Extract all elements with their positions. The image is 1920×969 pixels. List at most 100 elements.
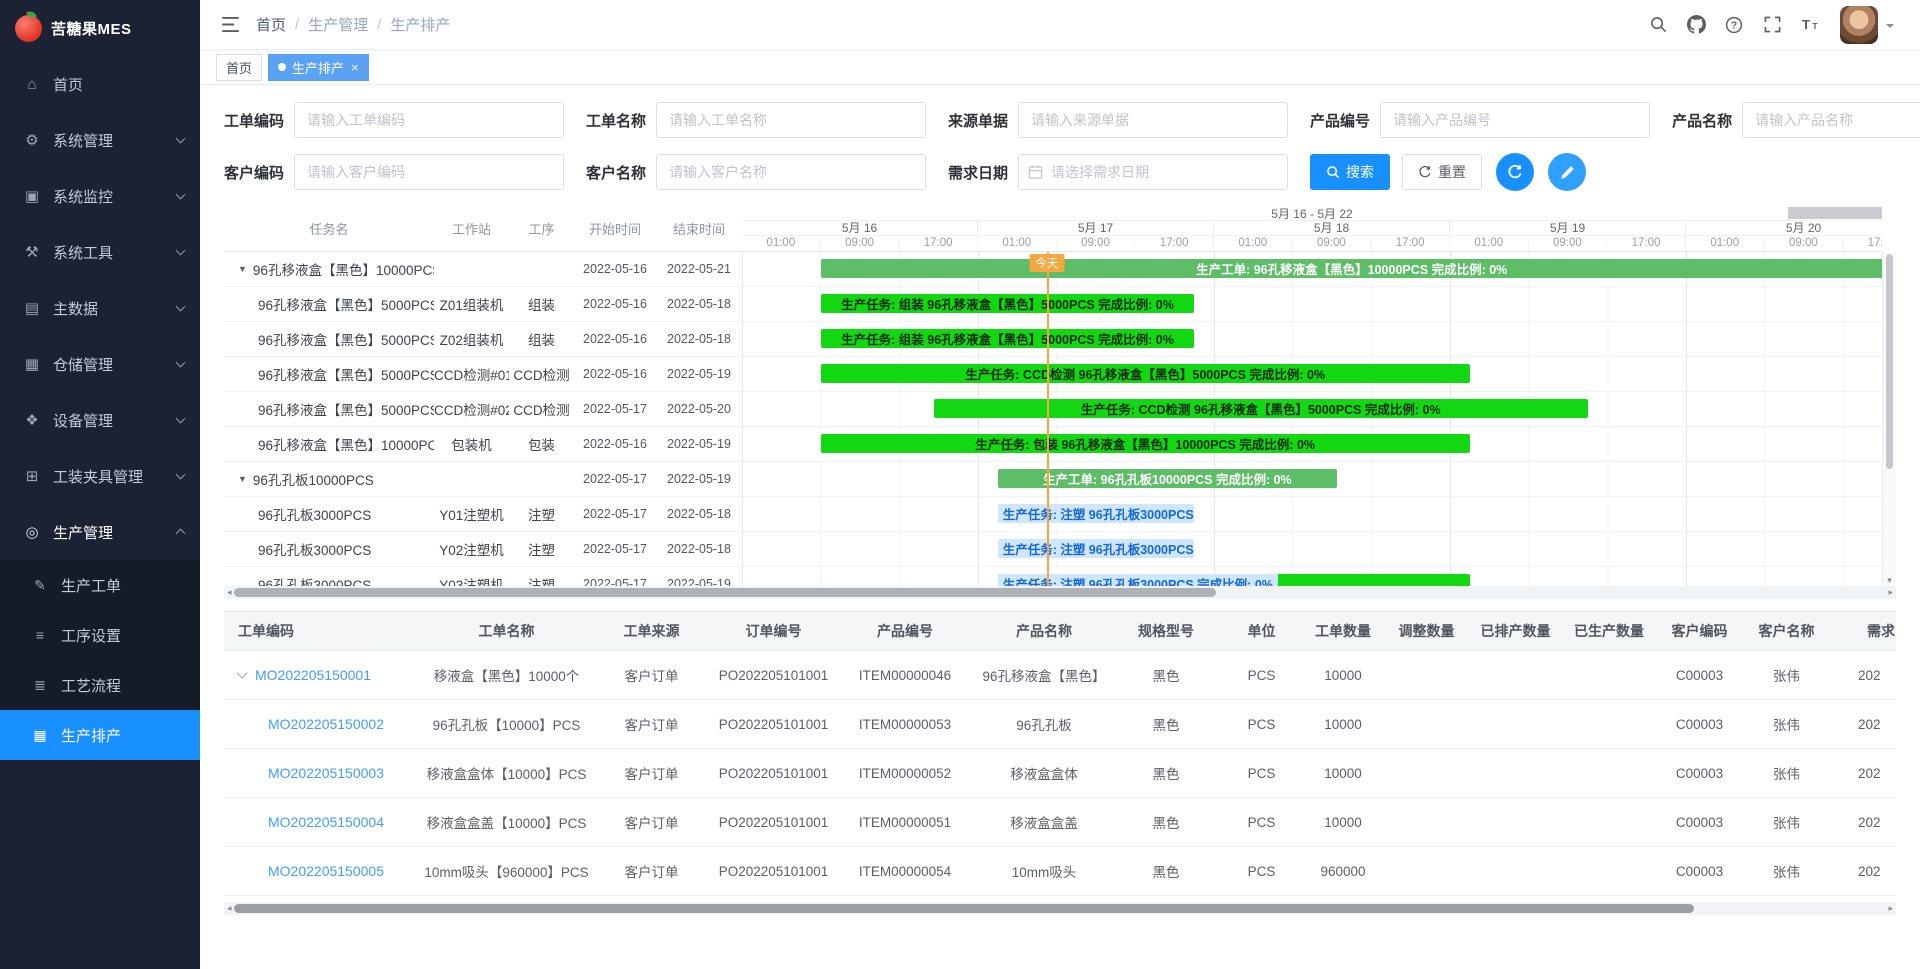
work-order-link[interactable]: MO202205150002 bbox=[268, 716, 384, 732]
gantt-task-row[interactable]: 96孔移液盒【黑色】5000PCSZ02组装机组装2022-05-162022-… bbox=[224, 322, 742, 357]
gantt-bar-label: 生产任务: 组装 96孔移液盒【黑色】5000PCS 完成比例: 0% bbox=[836, 329, 1179, 348]
gantt-end-time: 2022-05-19 bbox=[656, 437, 742, 451]
order-row[interactable]: MO20220515000296孔孔板【10000】PCS客户订单PO20220… bbox=[224, 700, 1896, 749]
scroll-left-icon[interactable]: ◂ bbox=[227, 902, 232, 915]
refresh-button[interactable] bbox=[1496, 153, 1534, 191]
order-cell-source: 客户订单 bbox=[589, 812, 714, 832]
gantt-bar[interactable]: 生产任务: CCD检测 96孔移液盒【黑色】5000PCS 完成比例: 0% bbox=[934, 399, 1588, 418]
avatar-dropdown-caret[interactable] bbox=[1886, 24, 1894, 32]
search-button[interactable]: 搜索 bbox=[1310, 154, 1390, 190]
scroll-right-icon[interactable]: ▸ bbox=[1888, 586, 1893, 599]
main-area: 首页 / 生产管理 / 生产排产 ? TT bbox=[200, 0, 1920, 969]
sidebar-item[interactable]: ⊞工装夹具管理 bbox=[0, 448, 200, 504]
sidebar-subitem-label: 工艺流程 bbox=[61, 675, 121, 696]
gantt-task-row[interactable]: ▼96孔孔板10000PCS2022-05-172022-05-19 bbox=[224, 462, 742, 497]
gantt-task-row[interactable]: 96孔孔板3000PCSY01注塑机注塑2022-05-172022-05-18 bbox=[224, 497, 742, 532]
table-horizontal-scrollbar[interactable]: ◂ ▸ bbox=[224, 902, 1896, 915]
filter-input[interactable] bbox=[294, 154, 564, 190]
order-cell-qty: 10000 bbox=[1302, 717, 1384, 732]
scrollbar-thumb[interactable] bbox=[234, 904, 1694, 913]
tab-close-icon[interactable]: × bbox=[351, 61, 359, 74]
production-icon: ◎ bbox=[20, 523, 44, 541]
sidebar-item[interactable]: ▣系统监控 bbox=[0, 168, 200, 224]
github-icon[interactable] bbox=[1678, 7, 1714, 43]
sidebar-collapse-icon[interactable] bbox=[212, 7, 248, 43]
sidebar-item[interactable]: ▦仓储管理 bbox=[0, 336, 200, 392]
gantt-bar[interactable]: 生产任务: CCD检测 96孔移液盒【黑色】5000PCS 完成比例: 0% bbox=[821, 364, 1470, 383]
expand-arrow-icon[interactable]: ▼ bbox=[238, 264, 247, 274]
work-order-link[interactable]: MO202205150001 bbox=[255, 667, 371, 683]
gantt-task-row[interactable]: 96孔移液盒【黑色】5000PCSCCD检测#02CCD检测2022-05-17… bbox=[224, 392, 742, 427]
sidebar-item[interactable]: ⚒系统工具 bbox=[0, 224, 200, 280]
scrollbar-thumb[interactable] bbox=[234, 588, 1216, 597]
gantt-task-row[interactable]: 96孔移液盒【黑色】10000PCS包装机包装2022-05-162022-05… bbox=[224, 427, 742, 462]
order-row[interactable]: MO202205150004移液盒盒盖【10000】PCS客户订单PO20220… bbox=[224, 798, 1896, 847]
filter-input[interactable] bbox=[656, 102, 926, 138]
filter-input[interactable] bbox=[1380, 102, 1650, 138]
sidebar-subitem[interactable]: ≡工序设置 bbox=[0, 610, 200, 660]
order-row[interactable]: MO20220515000510mm吸头【960000】PCS客户订单PO202… bbox=[224, 847, 1896, 896]
help-icon[interactable]: ? bbox=[1716, 7, 1752, 43]
gantt-bar[interactable]: 生产任务: 注塑 96孔孔板3000PCS 完成比例: 0% bbox=[998, 539, 1195, 558]
filter-input[interactable] bbox=[1742, 102, 1920, 138]
gantt-header-filler bbox=[1788, 207, 1882, 219]
scroll-down-icon[interactable]: ▾ bbox=[1883, 574, 1896, 586]
order-row[interactable]: MO202205150003移液盒盒体【10000】PCS客户订单PO20220… bbox=[224, 749, 1896, 798]
sidebar-item[interactable]: ⌂首页 bbox=[0, 56, 200, 112]
order-cell-item_no: ITEM00000046 bbox=[833, 668, 977, 683]
tab-home[interactable]: 首页 bbox=[216, 54, 262, 81]
sidebar-item[interactable]: ◎生产管理 bbox=[0, 504, 200, 560]
gantt-horizontal-scrollbar[interactable]: ◂ ▸ bbox=[224, 586, 1896, 599]
filter-input[interactable] bbox=[656, 154, 926, 190]
breadcrumb-home[interactable]: 首页 bbox=[256, 14, 286, 35]
gantt-vertical-scrollbar[interactable]: ▾ bbox=[1882, 252, 1896, 586]
gantt-task-row[interactable]: 96孔孔板3000PCSY03注塑机注塑2022-05-172022-05-19 bbox=[224, 567, 742, 586]
expand-arrow-icon[interactable]: ▼ bbox=[238, 474, 247, 484]
work-order-link[interactable]: MO202205150003 bbox=[268, 765, 384, 781]
gantt-time-label: 17:00 bbox=[1371, 236, 1450, 251]
gantt-process: 注塑 bbox=[509, 574, 574, 586]
fullscreen-icon[interactable] bbox=[1754, 7, 1790, 43]
gantt-task-label: 96孔孔板3000PCS bbox=[258, 574, 371, 586]
gantt-timeline-row: 生产任务: 组装 96孔移液盒【黑色】5000PCS 完成比例: 0% bbox=[742, 287, 1882, 322]
filter-input[interactable] bbox=[294, 102, 564, 138]
gantt-task-row[interactable]: 96孔孔板3000PCSY02注塑机注塑2022-05-172022-05-18 bbox=[224, 532, 742, 567]
filter-field-label: 工单编码 bbox=[224, 110, 284, 131]
scroll-right-icon[interactable]: ▸ bbox=[1888, 902, 1893, 915]
search-icon[interactable] bbox=[1640, 7, 1676, 43]
edit-button[interactable] bbox=[1548, 153, 1586, 191]
scrollbar-thumb[interactable] bbox=[1886, 254, 1893, 469]
gantt-task-label: 96孔移液盒【黑色】10000PCS bbox=[258, 434, 434, 454]
order-row[interactable]: MO202205150001移液盒【黑色】10000个客户订单PO2022051… bbox=[224, 651, 1896, 700]
sidebar-subitem[interactable]: ≣工艺流程 bbox=[0, 660, 200, 710]
expand-chevron-icon[interactable] bbox=[236, 667, 247, 678]
breadcrumb-production-management[interactable]: 生产管理 bbox=[308, 14, 368, 35]
chevron-down-icon bbox=[176, 414, 186, 424]
reset-button[interactable]: 重置 bbox=[1402, 154, 1482, 190]
gantt-start-time: 2022-05-17 bbox=[574, 472, 656, 486]
gantt-bar[interactable]: 生产任务: 包装 96孔移液盒【黑色】10000PCS 完成比例: 0% bbox=[821, 434, 1470, 453]
gantt-bar[interactable]: 生产任务: 注塑 96孔孔板3000PCS 完成比例: 0% bbox=[998, 574, 1470, 586]
gantt-task-row[interactable]: 96孔移液盒【黑色】5000PCSZ01组装机组装2022-05-162022-… bbox=[224, 287, 742, 322]
gantt-end-time: 2022-05-18 bbox=[656, 542, 742, 556]
sidebar-item[interactable]: ▤主数据 bbox=[0, 280, 200, 336]
filter-input[interactable] bbox=[1018, 154, 1288, 190]
user-avatar[interactable] bbox=[1840, 6, 1878, 44]
sidebar-subitem[interactable]: ✎生产工单 bbox=[0, 560, 200, 610]
gantt-bar[interactable]: 生产工单: 96孔移液盒【黑色】10000PCS 完成比例: 0% bbox=[821, 259, 1882, 278]
gantt-bar[interactable]: 生产任务: 组装 96孔移液盒【黑色】5000PCS 完成比例: 0% bbox=[821, 294, 1195, 313]
gantt-bar[interactable]: 生产任务: 注塑 96孔孔板3000PCS 完成比例: 0% bbox=[998, 504, 1195, 523]
sidebar-item[interactable]: ❖设备管理 bbox=[0, 392, 200, 448]
font-size-icon[interactable]: TT bbox=[1792, 7, 1828, 43]
gantt-task-row[interactable]: ▼96孔移液盒【黑色】10000PCS2022-05-162022-05-21 bbox=[224, 252, 742, 287]
scroll-left-icon[interactable]: ◂ bbox=[227, 586, 232, 599]
order-cell-spec: 黑色 bbox=[1111, 861, 1221, 881]
filter-input[interactable] bbox=[1018, 102, 1288, 138]
sidebar-subitem[interactable]: ▦生产排产 bbox=[0, 710, 200, 760]
gantt-task-row[interactable]: 96孔移液盒【黑色】5000PCSCCD检测#01CCD检测2022-05-16… bbox=[224, 357, 742, 392]
tab-production-scheduling[interactable]: 生产排产 × bbox=[268, 54, 369, 81]
work-order-link[interactable]: MO202205150005 bbox=[268, 863, 384, 879]
work-order-link[interactable]: MO202205150004 bbox=[268, 814, 384, 830]
gantt-bar[interactable]: 生产任务: 组装 96孔移液盒【黑色】5000PCS 完成比例: 0% bbox=[821, 329, 1195, 348]
sidebar-item[interactable]: ⚙系统管理 bbox=[0, 112, 200, 168]
